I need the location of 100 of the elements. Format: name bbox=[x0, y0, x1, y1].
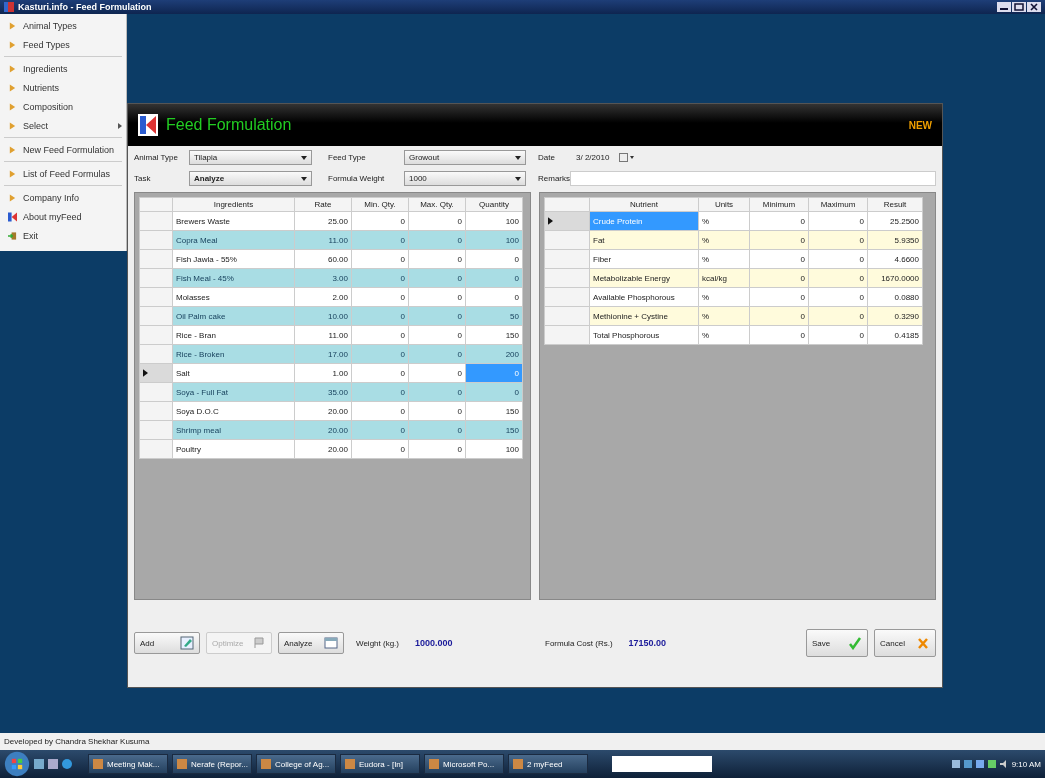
column-header[interactable]: Max. Qty. bbox=[408, 197, 466, 212]
date-picker[interactable]: 3/ 2/2010 bbox=[570, 150, 642, 165]
column-header[interactable]: Minimum bbox=[749, 197, 809, 212]
taskbar-button[interactable]: 2 myFeed bbox=[508, 754, 588, 774]
taskbar-button[interactable]: Meeting Mak... bbox=[88, 754, 168, 774]
calendar-dropdown-icon[interactable] bbox=[619, 153, 636, 162]
dropdown-arrow-icon[interactable] bbox=[515, 176, 521, 181]
table-cell: 0 bbox=[408, 287, 466, 307]
dropdown-field[interactable]: Tilapia bbox=[189, 150, 312, 165]
taskbar-button[interactable]: Microsoft Po... bbox=[424, 754, 504, 774]
table-cell: Poultry bbox=[172, 439, 295, 459]
field-label: Date bbox=[538, 153, 556, 162]
dialog-button[interactable]: Save bbox=[806, 629, 868, 657]
field-label: Task bbox=[134, 174, 152, 183]
column-header[interactable]: Ingredients bbox=[172, 197, 295, 212]
taskbar-button[interactable]: Nerafe (Repor... bbox=[172, 754, 252, 774]
table-cell: % bbox=[698, 211, 750, 231]
dialog-button[interactable]: Cancel bbox=[874, 629, 936, 657]
column-header[interactable]: Rate bbox=[294, 197, 352, 212]
menu-item[interactable]: List of Feed Formulas bbox=[0, 164, 126, 183]
menu-item[interactable]: Select bbox=[0, 116, 126, 135]
table-cell: 0 bbox=[408, 325, 466, 345]
network-icon[interactable] bbox=[987, 760, 996, 768]
table-cell: 0 bbox=[408, 439, 466, 459]
dropdown-field[interactable]: Growout bbox=[404, 150, 526, 165]
arrow-icon bbox=[8, 63, 17, 74]
table-cell: % bbox=[698, 249, 750, 269]
menu-item[interactable]: Company Info bbox=[0, 188, 126, 207]
flag-icon bbox=[252, 636, 266, 650]
program-icon bbox=[93, 759, 103, 769]
table-cell: 0 bbox=[408, 401, 466, 421]
column-header[interactable]: Quantity bbox=[465, 197, 523, 212]
weight-value: 1000.000 bbox=[415, 638, 453, 648]
taskbar-button[interactable]: Eudora - [In] bbox=[340, 754, 420, 774]
search-field[interactable] bbox=[612, 756, 712, 772]
table-cell: 4.6600 bbox=[867, 249, 923, 269]
column-header[interactable]: Nutrient bbox=[589, 197, 699, 212]
menu-item[interactable]: About myFeed bbox=[0, 207, 126, 226]
menu-item[interactable]: Feed Types bbox=[0, 35, 126, 54]
table-cell: 0 bbox=[749, 287, 809, 307]
table-cell: 0.4185 bbox=[867, 325, 923, 345]
table-cell: 1.00 bbox=[294, 363, 352, 383]
arrow-icon bbox=[8, 20, 17, 31]
arrow-icon bbox=[8, 120, 17, 131]
dropdown-field[interactable]: 1000 bbox=[404, 171, 526, 186]
menu-item[interactable]: Composition bbox=[0, 97, 126, 116]
volume-icon[interactable] bbox=[999, 760, 1008, 768]
table-cell: Rice - Bran bbox=[172, 325, 295, 345]
table-cell: 0 bbox=[408, 249, 466, 269]
table-cell: Total Phosphorous bbox=[589, 325, 699, 345]
menu-item[interactable]: Nutrients bbox=[0, 78, 126, 97]
dropdown-arrow-icon[interactable] bbox=[301, 155, 307, 160]
arrow-icon bbox=[8, 192, 17, 203]
table-cell: % bbox=[698, 325, 750, 345]
menu-item[interactable]: Animal Types bbox=[0, 16, 126, 35]
table-cell: 0 bbox=[749, 211, 809, 231]
column-header[interactable]: Maximum bbox=[808, 197, 868, 212]
table-cell: 150 bbox=[465, 325, 523, 345]
window-icon bbox=[324, 636, 338, 650]
program-icon bbox=[177, 759, 187, 769]
table-cell: Fiber bbox=[589, 249, 699, 269]
row-pointer-icon bbox=[548, 217, 553, 225]
table-cell: 0 bbox=[351, 363, 409, 383]
quick-launch-icons[interactable] bbox=[34, 758, 74, 770]
arrow-icon bbox=[8, 39, 17, 50]
table-cell: % bbox=[698, 287, 750, 307]
field-label: Formula Weight bbox=[328, 174, 386, 183]
dropdown-arrow-icon[interactable] bbox=[515, 155, 521, 160]
close-icon[interactable] bbox=[1027, 2, 1041, 12]
menu-item[interactable]: Ingredients bbox=[0, 59, 126, 78]
column-header[interactable]: Min. Qty. bbox=[351, 197, 409, 212]
menu-item[interactable]: Exit bbox=[0, 226, 126, 245]
minimize-icon[interactable] bbox=[997, 2, 1011, 12]
table-cell: Molasses bbox=[172, 287, 295, 307]
table-cell: 0 bbox=[465, 249, 523, 269]
action-button[interactable]: Analyze bbox=[278, 632, 344, 654]
action-button[interactable]: Add bbox=[134, 632, 200, 654]
table-cell: 20.00 bbox=[294, 439, 352, 459]
arrow-icon bbox=[8, 82, 17, 93]
program-icon bbox=[429, 759, 439, 769]
field-label: Animal Type bbox=[134, 153, 179, 162]
taskbar-button[interactable]: College of Ag... bbox=[256, 754, 336, 774]
start-button[interactable] bbox=[4, 751, 30, 777]
table-cell: 0 bbox=[808, 211, 868, 231]
remarks-field[interactable] bbox=[570, 171, 936, 186]
table-cell: 0 bbox=[465, 287, 523, 307]
arrow-icon bbox=[8, 101, 17, 112]
column-header[interactable]: Units bbox=[698, 197, 750, 212]
status-text: Developed by Chandra Shekhar Kusuma bbox=[4, 737, 150, 746]
dropdown-field[interactable]: Analyze bbox=[189, 171, 312, 186]
table-cell: Soya D.O.C bbox=[172, 401, 295, 421]
menu-item[interactable]: New Feed Formulation bbox=[0, 140, 126, 159]
cost-label: Formula Cost (Rs.) bbox=[545, 638, 613, 648]
maximize-icon[interactable] bbox=[1012, 2, 1026, 12]
column-header[interactable]: Result bbox=[867, 197, 923, 212]
clock: 9:10 AM bbox=[1011, 759, 1041, 769]
table-cell: 0 bbox=[351, 287, 409, 307]
dropdown-arrow-icon[interactable] bbox=[301, 176, 307, 181]
table-cell: 0 bbox=[351, 439, 409, 459]
arrow-icon bbox=[8, 144, 17, 155]
